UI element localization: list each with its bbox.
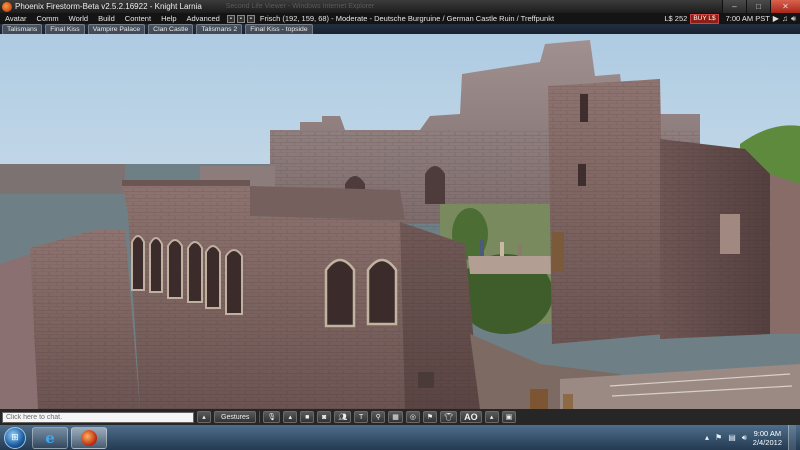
parcel-icon-3[interactable]: ▪ [246, 14, 255, 23]
window-ghost-title: Second Life Viewer - Windows Internet Ex… [225, 3, 375, 10]
menu-content[interactable]: Content [120, 14, 156, 23]
toolbar-divider [259, 411, 261, 423]
camera-icon: ■ [305, 413, 310, 421]
window-title: Phoenix Firestorm-Beta v2.5.2.16922 - Kn… [15, 2, 202, 11]
minimap-icon: ◎ [409, 414, 416, 421]
snapshot-icon: ◙ [322, 413, 327, 421]
clock-time: 9:00 AM [753, 428, 782, 438]
chevron-up-icon: ▴ [202, 414, 206, 421]
map-button[interactable]: ▦ [388, 411, 403, 423]
minimap-button[interactable]: ◎ [405, 411, 420, 423]
internet-explorer-icon: e [45, 428, 55, 447]
favorite-landmark[interactable]: Talismans [2, 23, 43, 35]
chat-history-button[interactable]: ▴ [197, 411, 211, 423]
volume-icon[interactable]: 🔊︎ [742, 433, 747, 443]
firestorm-icon [81, 429, 97, 446]
favorite-landmark[interactable]: Talismans 2 [196, 23, 243, 35]
linden-balance[interactable]: L$ 252 [664, 14, 687, 23]
favorite-landmark[interactable]: Clan Castle [148, 23, 194, 35]
parcel-icon-1[interactable]: ▪ [226, 14, 235, 23]
menu-help[interactable]: Help [156, 14, 181, 23]
media-icon[interactable]: ▶ [773, 14, 779, 23]
menubar-status: L$ 252 BUY L$ 7:00 AM PST ▶ ♫ 🔊︎ [664, 13, 800, 24]
minimize-button[interactable]: – [722, 0, 746, 13]
taskbar-internet-explorer[interactable]: e [32, 426, 68, 449]
buy-linden-button[interactable]: BUY L$ [690, 13, 719, 24]
location-text[interactable]: Frisch (192, 159, 68) - Moderate - Deuts… [260, 14, 554, 23]
network-icon[interactable]: ▤ [728, 433, 736, 442]
microphone-icon: 🎙︎ [267, 414, 277, 421]
close-button[interactable]: ✕ [770, 0, 800, 13]
taskbar-firestorm-viewer[interactable] [71, 426, 107, 449]
volume-icon[interactable]: 🔊︎ [791, 14, 796, 24]
shirt-icon: 👕︎ [444, 414, 454, 421]
menu-advanced[interactable]: Advanced [182, 14, 225, 23]
places-button[interactable]: ⚑ [422, 411, 438, 423]
camera-button[interactable]: ■ [300, 411, 315, 423]
snapshot-button[interactable]: ◙ [317, 411, 332, 423]
ao-options-button[interactable]: ▴ [484, 411, 499, 423]
people-button[interactable]: 👥︎ [334, 411, 352, 423]
grid-clock: 7:00 AM PST [725, 14, 770, 23]
show-desktop-button[interactable] [788, 425, 796, 450]
places-icon: ⚑ [426, 414, 434, 421]
parcel-icon-2[interactable]: ▪ [236, 14, 245, 23]
chat-input[interactable] [2, 411, 194, 423]
windows-logo-icon: ⊞ [11, 432, 19, 442]
voice-settings-button[interactable]: ▴ [283, 411, 298, 423]
build-button[interactable]: T [354, 411, 369, 423]
start-button[interactable]: ⊞ [4, 426, 26, 449]
viewer-bottom-toolbar: ▴ Gestures 🎙︎ ▴ ■ ◙ 👥︎ T ⚲ ▦ ◎ ⚑ 👕︎ AO ▴… [0, 409, 800, 425]
inventory-button[interactable]: ▣ [501, 411, 517, 423]
ao-button[interactable]: AO [460, 411, 482, 423]
tray-expand-icon[interactable]: ▴ [705, 433, 709, 442]
favorites-bar: Talismans Final Kiss Vampire Palace Clan… [0, 23, 800, 35]
firestorm-app-icon [2, 1, 12, 12]
favorite-landmark[interactable]: Final Kiss - topside [245, 23, 313, 35]
clock-date: 2/4/2012 [752, 437, 782, 447]
flag-icon[interactable]: ⚑ [715, 433, 722, 442]
search-button[interactable]: ⚲ [371, 411, 386, 423]
castle-scene [0, 34, 800, 409]
window-titlebar[interactable]: Phoenix Firestorm-Beta v2.5.2.16922 - Kn… [0, 0, 800, 13]
speak-button[interactable]: 🎙︎ [263, 411, 281, 423]
menu-build[interactable]: Build [93, 14, 120, 23]
favorite-landmark[interactable]: Vampire Palace [87, 23, 146, 35]
map-icon: ▦ [392, 414, 399, 421]
window-controls: – □ ✕ [722, 0, 800, 13]
maximize-button[interactable]: □ [746, 0, 770, 13]
chevron-up-icon: ▴ [288, 414, 293, 421]
menu-comm[interactable]: Comm [32, 14, 64, 23]
inventory-icon: ▣ [505, 414, 513, 421]
menu-avatar[interactable]: Avatar [0, 14, 32, 23]
system-clock[interactable]: 9:00 AM 2/4/2012 [753, 429, 782, 447]
world-viewport[interactable] [0, 34, 800, 409]
menu-world[interactable]: World [64, 14, 93, 23]
favorite-landmark[interactable]: Final Kiss [45, 23, 85, 35]
gestures-button[interactable]: Gestures [214, 411, 257, 423]
viewer-menubar: Avatar Comm World Build Content Help Adv… [0, 13, 800, 24]
appearance-button[interactable]: 👕︎ [440, 411, 458, 423]
music-icon[interactable]: ♫ [782, 14, 788, 23]
hammer-icon: T [359, 413, 364, 421]
system-tray: ▴ ⚑ ▤ 🔊︎ 9:00 AM 2/4/2012 [705, 425, 800, 450]
people-icon: 👥︎ [338, 414, 348, 421]
search-icon: ⚲ [375, 414, 381, 421]
parcel-status-icons: ▪ ▪ ▪ [226, 14, 255, 23]
chevron-up-icon: ▴ [489, 414, 494, 421]
windows-taskbar: ⊞ e ▴ ⚑ ▤ 🔊︎ 9:00 AM 2/4/2012 [0, 425, 800, 450]
